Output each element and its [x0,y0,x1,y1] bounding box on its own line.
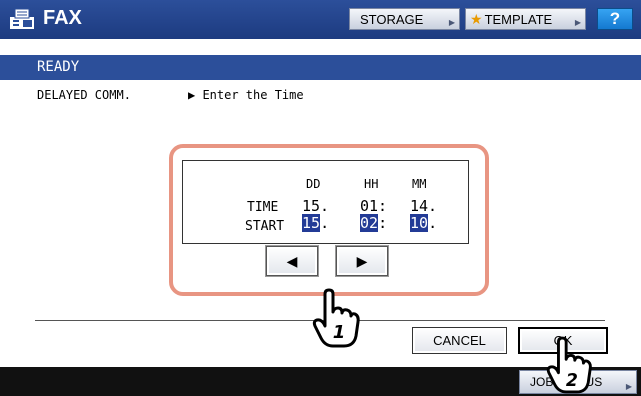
start-hh-field[interactable]: 02: [360,214,388,232]
start-dd-value: 15 [302,214,321,232]
storage-label: STORAGE [360,11,424,27]
star-icon: ★ [470,10,483,27]
status-text: READY [37,59,80,75]
help-button[interactable]: ? [597,8,633,30]
hand-pointer-icon: 1 [312,288,360,348]
function-label: DELAYED COMM. [37,88,131,102]
time-entry-panel: DD HH MM TIME 15. 01: 14. START 15. 02: … [182,160,469,244]
start-mm-value: 10 [410,214,429,232]
template-button[interactable]: ★ TEMPLATE ▶ [465,8,586,30]
corner-arrow-icon: ▶ [625,382,632,391]
header-dd: DD [306,177,321,191]
separator: : [378,214,388,232]
hand-pointer-icon: 2 [546,336,592,394]
time-row-label: TIME [247,200,279,215]
start-row-label: START [245,219,285,234]
start-dd-field[interactable]: 15. [302,214,330,232]
spacer [0,39,641,55]
app-title: FAX [43,7,82,29]
corner-arrow-icon: ▶ [448,18,455,27]
fax-icon [10,8,34,29]
start-mm-field[interactable]: 10. [410,214,438,232]
step-1-label: 1 [333,322,346,343]
storage-button[interactable]: STORAGE ▶ [349,8,460,30]
time-hh-value: 01: [360,197,388,215]
prompt-text: ▶ Enter the Time [188,88,304,102]
corner-arrow-icon: ▶ [574,18,581,27]
header-hh: HH [364,177,379,191]
separator: . [320,214,330,232]
right-arrow-icon: ▶ [356,252,368,269]
cursor-left-button[interactable]: ◀ [266,246,318,276]
separator: . [428,214,438,232]
status-bar [0,55,641,80]
left-arrow-icon: ◀ [286,252,298,269]
time-dd-value: 15. [302,197,330,215]
time-mm-value: 14. [410,197,438,215]
template-label: TEMPLATE [484,11,553,27]
start-hh-value: 02 [360,214,379,232]
cursor-right-button[interactable]: ▶ [336,246,388,276]
title-bar: FAX STORAGE ▶ ★ TEMPLATE ▶ ? [0,0,641,39]
step-2-label: 2 [566,371,578,391]
header-mm: MM [412,177,427,191]
cancel-button[interactable]: CANCEL [412,327,507,354]
